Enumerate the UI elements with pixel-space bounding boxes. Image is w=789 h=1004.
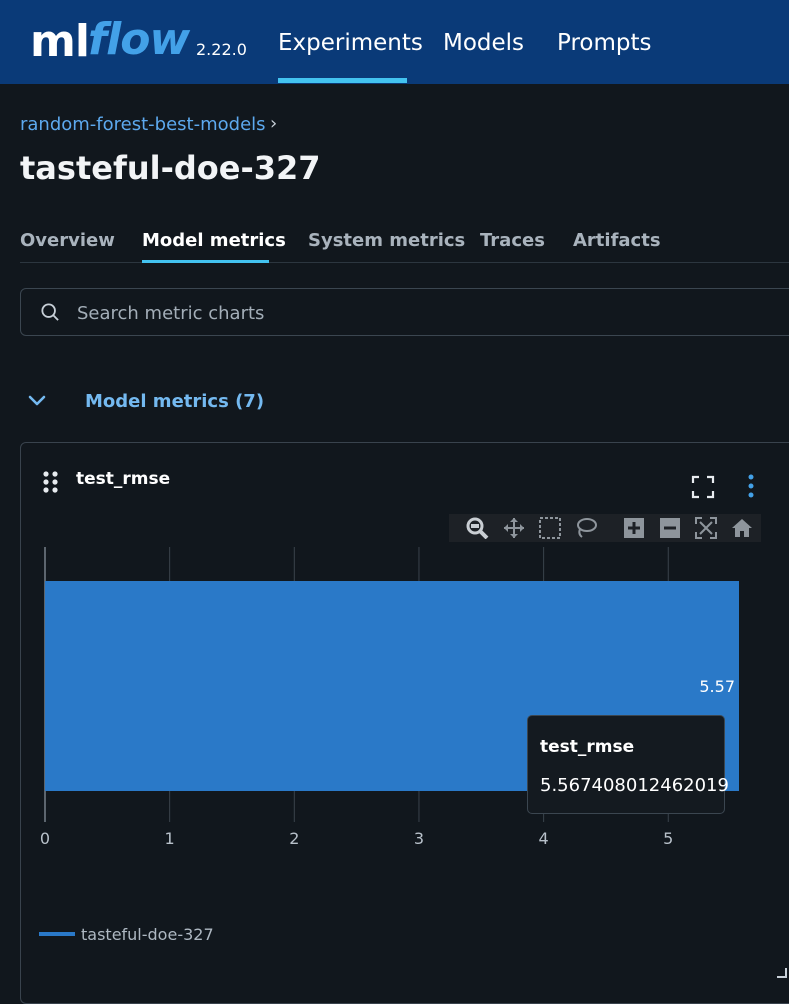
x-tick-label: 0 [40, 829, 50, 848]
tooltip-metric-name: test_rmse [540, 737, 635, 757]
x-tick-label: 3 [414, 829, 424, 848]
x-tick-label: 1 [165, 829, 175, 848]
hover-tooltip: test_rmse 5.567408012462019 [527, 715, 729, 814]
bar-data-label: 5.57 [699, 677, 735, 696]
x-tick-label: 4 [539, 829, 549, 848]
legend-item-label[interactable]: tasteful-doe-327 [81, 925, 214, 944]
legend-swatch[interactable] [39, 932, 75, 936]
x-tick-label: 5 [663, 829, 673, 848]
metric-bar-chart[interactable]: 0 1 2 3 4 5 5.57 [0, 0, 789, 981]
resize-handle-icon[interactable] [775, 966, 787, 978]
x-tick-label: 2 [289, 829, 299, 848]
tooltip-metric-value: 5.567408012462019 [540, 775, 729, 796]
